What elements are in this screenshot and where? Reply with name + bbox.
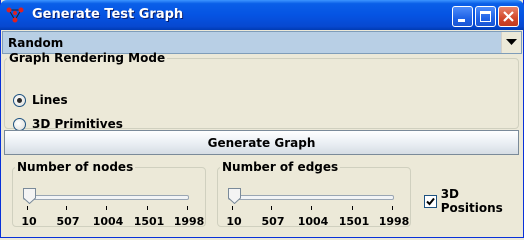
edges-tick-label: 507 — [261, 215, 285, 228]
edges-tick-label: 1004 — [297, 215, 329, 228]
dialog-window: Generate Test Graph Random Graph Renderi… — [0, 0, 524, 238]
positions-3d-checkbox-row[interactable]: 3D Positions — [424, 187, 523, 215]
edges-slider-legend: Number of edges — [222, 160, 339, 174]
radio-lines-indicator[interactable] — [13, 93, 26, 107]
nodes-slider-track[interactable] — [23, 195, 189, 200]
nodes-slider-ticks — [27, 206, 189, 210]
edges-tick-label: 1501 — [338, 215, 370, 228]
tick-mark — [352, 206, 353, 210]
edges-slider-thumb[interactable] — [228, 188, 241, 204]
radio-lines[interactable]: Lines — [13, 93, 68, 107]
nodes-tick-label: 1501 — [133, 215, 165, 228]
maximize-button[interactable] — [475, 6, 496, 27]
radio-3d-primitives-label: 3D Primitives — [32, 117, 123, 131]
tick-mark — [27, 206, 28, 210]
tick-mark — [232, 206, 233, 210]
radio-lines-label: Lines — [32, 93, 68, 107]
nodes-slider-thumb[interactable] — [23, 188, 36, 204]
rendering-mode-group: Graph Rendering Mode Lines 3D Primitives — [4, 51, 519, 131]
checkmark-icon — [426, 197, 435, 205]
close-button[interactable] — [498, 6, 519, 27]
tick-mark — [187, 206, 188, 210]
tick-mark — [392, 206, 393, 210]
minimize-button[interactable] — [452, 6, 473, 27]
chevron-down-icon — [506, 39, 517, 45]
radio-3d-primitives[interactable]: 3D Primitives — [13, 117, 123, 131]
edges-slider-ticks — [232, 206, 394, 210]
minimize-icon — [458, 19, 465, 22]
edges-slider-group: Number of edges 10 507 1004 1501 1998 — [217, 160, 411, 228]
nodes-tick-label: 1004 — [92, 215, 124, 228]
edges-tick-label: 1998 — [378, 215, 410, 228]
nodes-tick-label: 507 — [56, 215, 80, 228]
positions-3d-label: 3D Positions — [440, 187, 503, 215]
edges-slider-track[interactable] — [228, 195, 394, 200]
dropdown-arrow-button[interactable] — [501, 32, 521, 53]
nodes-tick-label: 1998 — [173, 215, 205, 228]
maximize-icon — [480, 11, 491, 22]
generate-graph-button[interactable]: Generate Graph — [4, 130, 519, 155]
edges-tick-label: 10 — [226, 215, 242, 228]
radio-3d-primitives-indicator[interactable] — [13, 117, 26, 131]
positions-3d-checkbox[interactable] — [424, 194, 437, 208]
nodes-slider-legend: Number of nodes — [17, 160, 134, 174]
tick-mark — [271, 206, 272, 210]
close-icon — [503, 11, 514, 22]
tick-mark — [147, 206, 148, 210]
nodes-slider-group: Number of nodes 10 507 1004 1501 1998 — [12, 160, 206, 228]
nodes-tick-label: 10 — [21, 215, 37, 228]
graph-type-selected: Random — [8, 36, 64, 50]
tick-mark — [311, 206, 312, 210]
rendering-mode-legend: Graph Rendering Mode — [9, 51, 166, 65]
window-title: Generate Test Graph — [32, 7, 184, 22]
title-bar[interactable]: Generate Test Graph — [0, 0, 524, 30]
tick-mark — [106, 206, 107, 210]
tick-mark — [66, 206, 67, 210]
app-graph-icon — [6, 7, 24, 23]
